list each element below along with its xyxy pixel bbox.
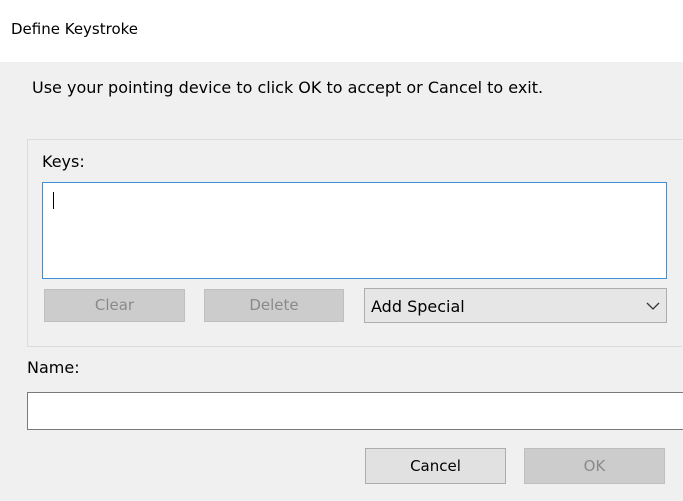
name-label: Name: xyxy=(27,358,80,377)
keys-input[interactable] xyxy=(42,182,667,279)
ok-button[interactable]: OK xyxy=(524,448,665,484)
name-input[interactable] xyxy=(27,392,683,430)
delete-button[interactable]: Delete xyxy=(204,289,344,322)
title-bar: Define Keystroke xyxy=(0,0,683,62)
cancel-button[interactable]: Cancel xyxy=(365,448,506,484)
keys-label: Keys: xyxy=(42,152,85,171)
window-title: Define Keystroke xyxy=(11,20,139,38)
define-keystroke-dialog: Define Keystroke Use your pointing devic… xyxy=(0,0,683,501)
chevron-down-icon xyxy=(646,302,660,310)
add-special-selected-value: Add Special xyxy=(371,297,465,316)
add-special-dropdown[interactable]: Add Special xyxy=(364,288,667,323)
text-caret xyxy=(53,192,54,209)
clear-button[interactable]: Clear xyxy=(44,289,185,322)
instructions-text: Use your pointing device to click OK to … xyxy=(32,78,544,97)
